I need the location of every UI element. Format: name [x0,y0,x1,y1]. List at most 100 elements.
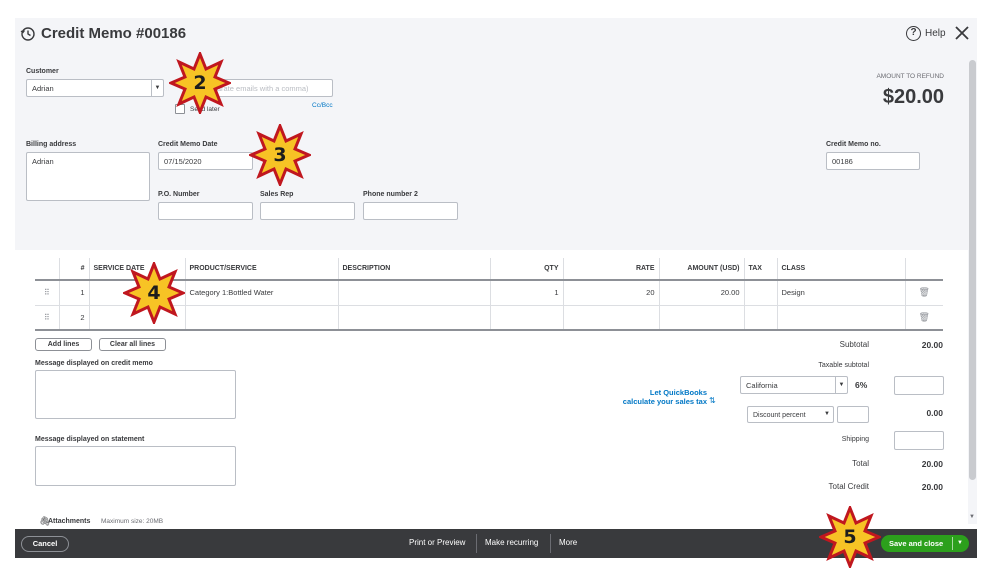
rate-cell[interactable]: 20 [562,280,659,306]
po-number-input[interactable] [158,202,253,220]
discount-type-value: Discount percent [753,412,806,419]
discount-type-select[interactable]: Discount percent ▼ [747,406,834,423]
product-cell[interactable]: Category 1:Bottled Water [184,280,338,306]
scrollbar-thumb[interactable] [969,60,976,480]
grip-column-header [35,258,59,281]
total-credit-value: 20.00 [921,482,943,492]
save-split-divider [952,537,953,550]
memo-message-label: Message displayed on credit memo [35,360,153,367]
shipping-label: Shipping [841,436,869,443]
billing-address-input[interactable]: Adrian [26,152,150,201]
phone-number-2-input[interactable] [363,202,458,220]
trash-icon[interactable]: 🗑 [919,287,930,297]
tax-cell[interactable] [743,305,777,331]
credit-memo-no-label: Credit Memo no. [826,141,881,148]
column-header-product: PRODUCT/SERVICE [184,258,338,281]
help-link[interactable]: Help [925,28,946,39]
scroll-down-arrow-icon[interactable]: ▼ [969,514,975,520]
tax-cell[interactable] [743,280,777,306]
po-number-label: P.O. Number [158,191,200,198]
calculate-sales-tax-link[interactable]: Let QuickBooks calculate your sales tax [597,388,707,406]
badge-number: 3 [273,144,287,166]
class-cell[interactable] [776,305,905,331]
description-cell[interactable] [337,305,490,331]
tax-amount-input[interactable] [894,376,944,395]
trash-column-header [904,258,943,281]
page-title: Credit Memo #00186 [41,25,187,42]
sort-arrows-icon[interactable]: ⇅ [709,396,716,405]
chevron-down-icon[interactable]: ▼ [151,80,163,96]
annotation-badge-4: 4 [121,259,187,327]
badge-number: 5 [843,526,857,548]
calculate-sales-tax-line1: Let QuickBooks [649,388,707,397]
rate-cell[interactable] [562,305,659,331]
description-cell[interactable] [337,280,490,306]
total-credit-label: Total Credit [828,482,869,491]
more-button[interactable]: More [559,538,577,547]
help-icon[interactable]: ? [906,26,921,41]
billing-address-value: Adrian [32,157,54,166]
print-or-preview-button[interactable]: Print or Preview [409,538,465,547]
annotation-badge-3: 3 [247,121,313,189]
subtotal-value: 20.00 [921,340,943,350]
annotation-badge-2: 2 [167,49,233,117]
amount-to-refund-label: AMOUNT TO REFUND [876,73,944,80]
qty-cell[interactable] [489,305,563,331]
chevron-down-icon[interactable]: ▼ [957,535,963,552]
drag-handle-icon[interactable]: ⠿ [44,288,50,297]
vertical-scrollbar[interactable]: ▼ [968,52,977,524]
customer-select[interactable]: Adrian ▼ [26,79,164,97]
drag-handle-icon[interactable]: ⠿ [44,313,50,322]
qty-cell[interactable]: 1 [489,280,563,306]
badge-number: 2 [193,72,207,94]
amount-cell[interactable] [658,305,744,331]
credit-memo-date-input[interactable]: 07/15/2020 [158,152,253,170]
total-label: Total [852,459,869,468]
column-header-amount: AMOUNT (USD) [658,258,744,281]
save-and-close-label: Save and close [889,539,944,548]
badge-number: 4 [147,282,161,304]
footer-divider [476,534,477,553]
add-lines-button[interactable]: Add lines [35,338,92,351]
column-header-num: # [58,258,89,281]
billing-address-label: Billing address [26,141,77,148]
amount-to-refund-value: $20.00 [882,86,944,108]
row-number: 1 [58,280,89,306]
discount-value-input[interactable] [837,406,869,423]
cancel-button[interactable]: Cancel [21,536,69,552]
column-header-rate: RATE [562,258,659,281]
attachments-max-size: Maximum size: 20MB [101,518,164,525]
memo-message-textarea[interactable] [35,370,236,419]
annotation-badge-5: 5 [817,503,883,571]
calculate-sales-tax-line2: calculate your sales tax [622,397,707,406]
taxable-subtotal-label: Taxable subtotal [818,362,869,369]
credit-memo-date-value: 07/15/2020 [164,157,202,166]
credit-memo-date-label: Credit Memo Date [158,141,218,148]
credit-memo-no-input[interactable]: 00186 [826,152,920,170]
attachments-link[interactable]: Attachments [48,518,90,525]
chevron-down-icon[interactable]: ▼ [821,407,833,422]
tax-region-value: California [746,381,778,390]
column-header-description: DESCRIPTION [337,258,490,281]
recent-history-icon[interactable] [20,26,36,42]
row-number: 2 [58,305,89,331]
chevron-down-icon[interactable]: ▼ [835,377,847,393]
save-and-close-button[interactable]: Save and close ▼ [881,535,969,552]
statement-message-label: Message displayed on statement [35,436,145,443]
make-recurring-button[interactable]: Make recurring [485,538,538,547]
discount-amount-value: 0.00 [926,408,943,418]
trash-icon[interactable]: 🗑 [919,312,930,322]
product-cell[interactable] [184,305,338,331]
cc-bcc-link[interactable]: Cc/Bcc [312,102,333,109]
shipping-input[interactable] [894,431,944,450]
close-icon[interactable] [953,24,971,42]
class-cell[interactable]: Design [776,280,905,306]
statement-message-textarea[interactable] [35,446,236,486]
amount-cell[interactable]: 20.00 [658,280,744,306]
clear-all-lines-button[interactable]: Clear all lines [99,338,166,351]
tax-rate-select[interactable]: California ▼ [740,376,848,394]
sales-rep-label: Sales Rep [260,191,294,198]
sales-rep-input[interactable] [260,202,355,220]
subtotal-label: Subtotal [839,340,869,349]
column-header-qty: QTY [489,258,563,281]
